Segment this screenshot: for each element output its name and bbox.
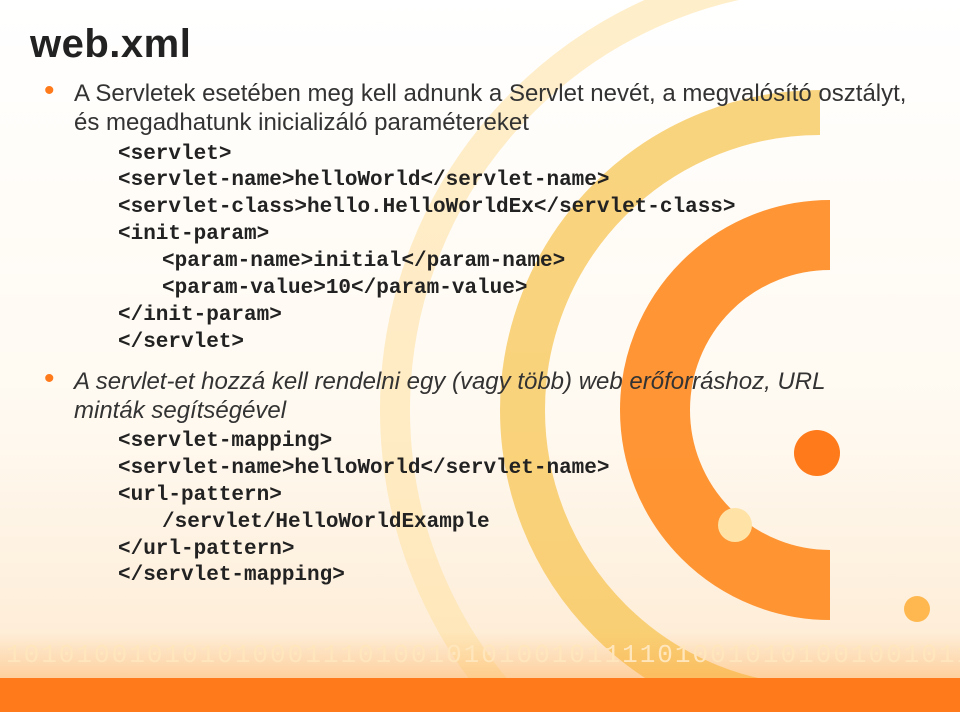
code-line: <init-param> xyxy=(74,222,910,249)
slide: web.xml A Servletek esetében meg kell ad… xyxy=(0,0,960,712)
bullet-text: A servlet-et hozzá kell rendelni egy (va… xyxy=(74,367,910,426)
code-line: <param-name>initial</param-name> xyxy=(74,249,910,276)
bullet-item: A servlet-et hozzá kell rendelni egy (va… xyxy=(36,367,910,591)
bullet-text-line: A servlet-et hozzá kell rendelni egy (va… xyxy=(74,368,825,395)
code-line: </servlet> xyxy=(74,330,910,357)
decor-dot xyxy=(904,596,930,622)
code-block: <servlet> <servlet-name>helloWorld</serv… xyxy=(74,142,910,357)
code-line: <servlet-class>hello.HelloWorldEx</servl… xyxy=(74,195,910,222)
code-line: </servlet-mapping> xyxy=(74,563,910,590)
decor-binary-strip: 1010100101010100011101001010100101111010… xyxy=(0,632,960,678)
code-line: <url-pattern> xyxy=(74,483,910,510)
code-line: <servlet-mapping> xyxy=(74,429,910,456)
code-line: <servlet-name>helloWorld</servlet-name> xyxy=(74,456,910,483)
code-line: <servlet-name>helloWorld</servlet-name> xyxy=(74,168,910,195)
bullet-list: A Servletek esetében meg kell adnunk a S… xyxy=(30,79,910,590)
code-line: <servlet> xyxy=(74,142,910,169)
code-line: </init-param> xyxy=(74,303,910,330)
slide-content: web.xml A Servletek esetében meg kell ad… xyxy=(0,0,960,590)
bullet-text-line: minták segítségével xyxy=(74,397,286,424)
code-line: /servlet/HelloWorldExample xyxy=(74,510,910,537)
code-block: <servlet-mapping> <servlet-name>helloWor… xyxy=(74,429,910,590)
bullet-item: A Servletek esetében meg kell adnunk a S… xyxy=(36,79,910,357)
code-line: </url-pattern> xyxy=(74,537,910,564)
slide-title: web.xml xyxy=(30,22,910,67)
bullet-text: A Servletek esetében meg kell adnunk a S… xyxy=(74,79,910,138)
code-line: <param-value>10</param-value> xyxy=(74,276,910,303)
decor-bottom-band xyxy=(0,678,960,712)
